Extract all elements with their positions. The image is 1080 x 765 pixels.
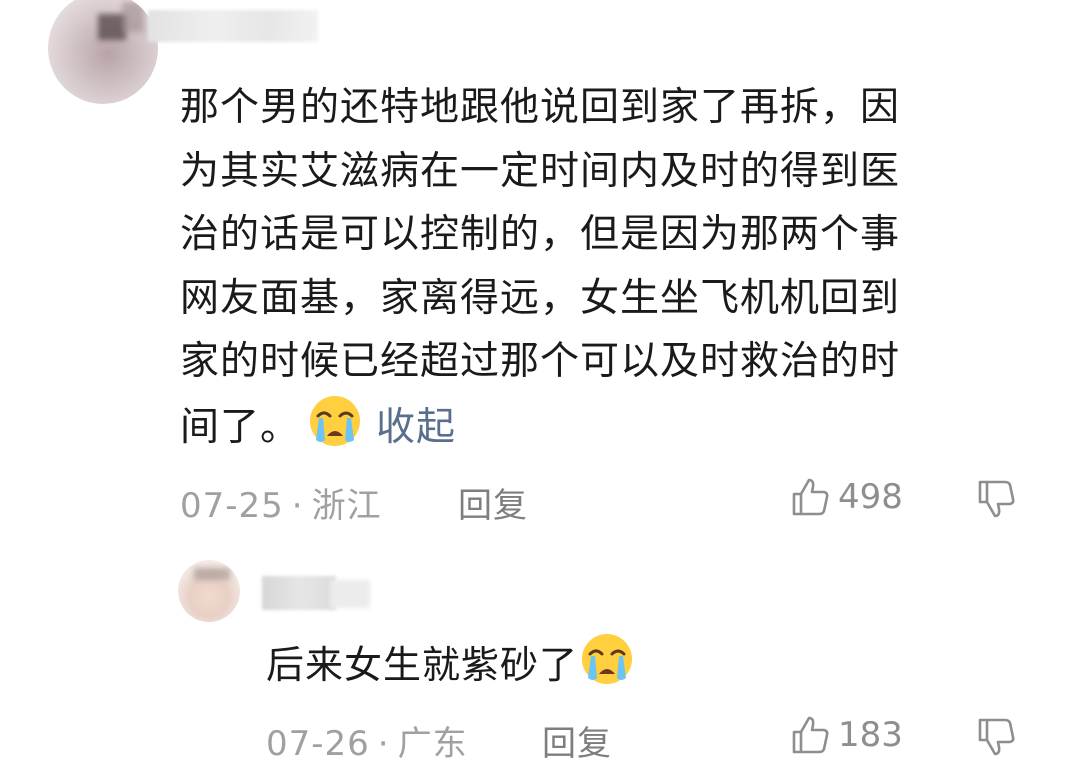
comment-location: 浙江 <box>311 486 382 526</box>
reply-meta: 07-26 · 广东 <box>266 716 468 765</box>
comment-line-last: 间了。 收起 <box>180 394 995 460</box>
reply-date: 07-26 <box>266 724 370 764</box>
crying-face-emoji-icon <box>310 395 361 446</box>
comment-meta: 07-25 · 浙江 <box>180 478 382 527</box>
like-count: 498 <box>838 477 903 517</box>
like-button[interactable]: 498 <box>790 476 903 518</box>
reply-dislike-button[interactable] <box>976 716 1018 762</box>
username[interactable] <box>148 10 318 42</box>
reply-username-tail <box>330 580 370 608</box>
reply-avatar[interactable] <box>178 560 240 622</box>
comment-line: 家的时候已经超过那个可以及时救治的时 <box>180 339 901 384</box>
separator: · <box>291 486 304 526</box>
reply-username[interactable] <box>262 576 336 610</box>
comment-line: 网友面基，家离得远，女生坐飞机机回到 <box>180 275 901 321</box>
reply-location: 广东 <box>397 724 468 764</box>
reply-like-count: 183 <box>838 715 903 755</box>
comment-date: 07-25 <box>180 486 284 526</box>
reply-text: 后来女生就紫砂了 <box>266 643 579 687</box>
comment-body: 那个男的还特地跟他说回到家了再拆，因 为其实艾滋病在一定时间内及时的得到医 治的… <box>180 76 995 459</box>
reply-body: 后来女生就紫砂了 <box>266 632 966 695</box>
comment-line: 治的话是可以控制的，但是因为那两个事 <box>180 212 901 257</box>
dislike-button[interactable] <box>976 478 1018 524</box>
collapse-link[interactable]: 收起 <box>376 405 456 450</box>
reply-button[interactable]: 回复 <box>458 478 528 527</box>
comment-line-text: 间了。 <box>180 404 301 450</box>
comment-line: 为其实艾滋病在一定时间内及时的得到医 <box>180 148 901 194</box>
reply-reply-button[interactable]: 回复 <box>542 716 612 765</box>
thumbs-up-icon <box>792 716 829 754</box>
avatar[interactable] <box>48 0 158 104</box>
thumbs-down-icon <box>978 480 1015 518</box>
thumbs-up-icon <box>792 478 829 516</box>
separator: · <box>377 724 390 764</box>
thumbs-down-icon <box>978 718 1015 756</box>
crying-face-emoji-icon <box>582 634 633 684</box>
comment-line: 那个男的还特地跟他说回到家了再拆，因 <box>180 85 901 130</box>
reply-like-button[interactable]: 183 <box>790 714 903 756</box>
